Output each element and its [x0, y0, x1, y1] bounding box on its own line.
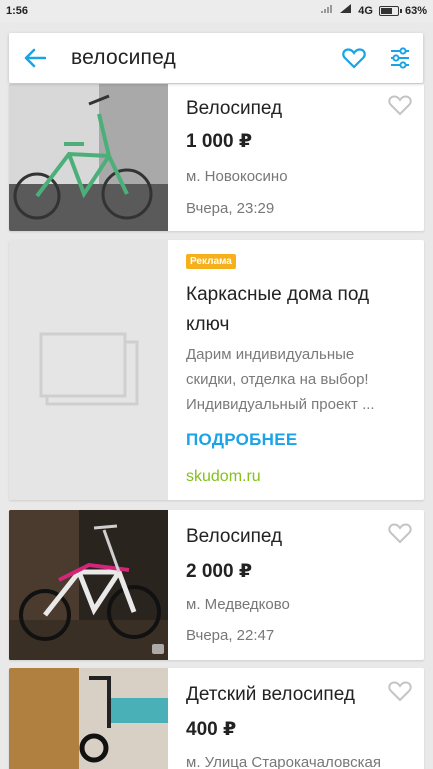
listing-title: Велосипед: [186, 98, 283, 119]
ad-card[interactable]: Реклама Каркасные дома под ключ Дарим ин…: [9, 240, 424, 500]
listing-price: 2 000 ₽: [186, 561, 253, 582]
battery-level: 63%: [404, 4, 427, 17]
listing-date: Вчера, 23:29: [186, 200, 275, 217]
sliders-icon[interactable]: [377, 33, 423, 83]
listing-card[interactable]: Велосипед 2 000 ₽ м. Медведково Вчера, 2…: [9, 510, 424, 660]
listing-title: Детский велосипед: [186, 684, 355, 705]
heart-outline-icon[interactable]: [331, 33, 377, 83]
signal-icon: [340, 4, 352, 17]
ad-description-line-2: скидки, отделка на выбор!: [186, 371, 369, 388]
listing-location: м. Медведково: [186, 596, 290, 613]
ad-title-line-1: Каркасные дома под: [186, 284, 370, 305]
listing-photo: [9, 668, 168, 769]
ad-image-placeholder: [9, 240, 168, 500]
ad-title-line-2: ключ: [186, 314, 230, 335]
arrow-left-icon[interactable]: [9, 33, 61, 83]
heart-outline-icon[interactable]: [388, 522, 412, 544]
listing-card[interactable]: Велосипед 1 000 ₽ м. Новокосино Вчера, 2…: [9, 84, 424, 231]
search-bar: велосипед: [9, 33, 423, 83]
listing-location: м. Улица Старокачаловская: [186, 754, 381, 769]
ad-badge: Реклама: [186, 254, 236, 269]
battery-icon: [378, 5, 402, 16]
ad-domain[interactable]: skudom.ru: [186, 468, 261, 486]
ad-more-link[interactable]: ПОДРОБНЕЕ: [186, 430, 298, 450]
status-bar: 1:56 4G 63%: [0, 0, 433, 22]
listing-photo: [9, 510, 168, 660]
listing-price: 400 ₽: [186, 719, 237, 740]
status-time: 1:56: [6, 5, 29, 17]
signal-icon: [320, 4, 334, 17]
listing-date: Вчера, 22:47: [186, 627, 275, 644]
listing-price: 1 000 ₽: [186, 131, 253, 152]
camera-icon: [152, 644, 164, 654]
listing-card[interactable]: Детский велосипед 400 ₽ м. Улица Старока…: [9, 668, 424, 769]
heart-outline-icon[interactable]: [388, 680, 412, 702]
network-type: 4G: [358, 4, 373, 17]
heart-outline-icon[interactable]: [388, 94, 412, 116]
results-list: Велосипед 1 000 ₽ м. Новокосино Вчера, 2…: [0, 0, 433, 769]
search-query[interactable]: велосипед: [61, 46, 331, 70]
image-placeholder-icon: [39, 330, 143, 415]
listing-photo: [9, 84, 168, 231]
listing-title: Велосипед: [186, 526, 283, 547]
ad-description-line-3: Индивидуальный проект ...: [186, 396, 375, 413]
ad-description-line-1: Дарим индивидуальные: [186, 346, 355, 363]
listing-location: м. Новокосино: [186, 168, 288, 185]
